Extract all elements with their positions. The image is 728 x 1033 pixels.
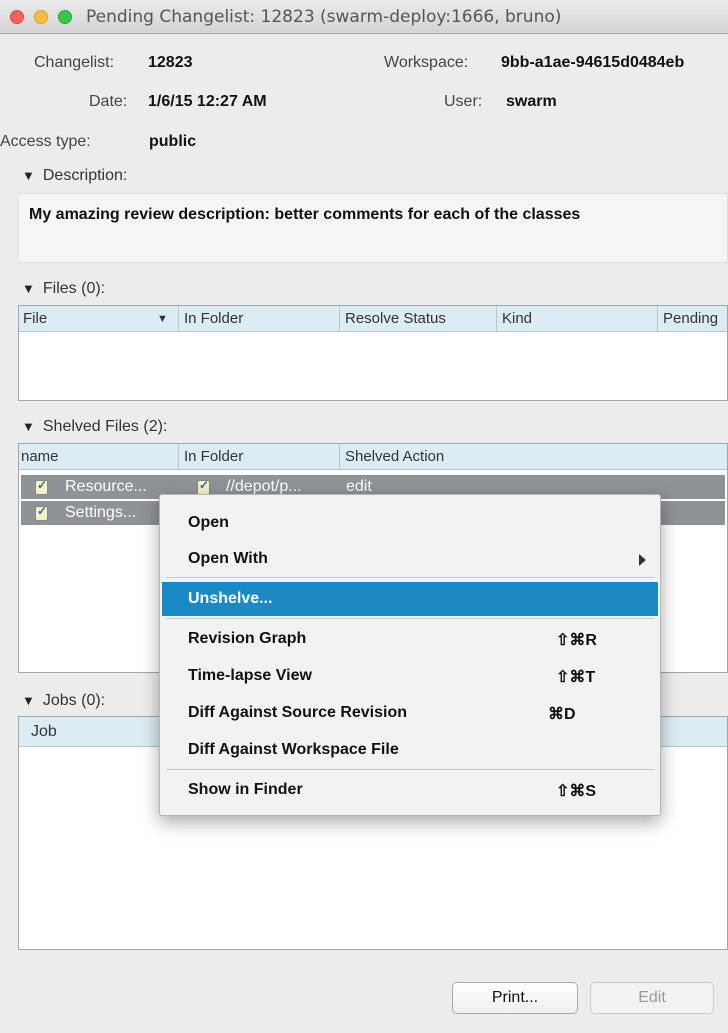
disclosure-triangle-icon[interactable]: ▼ xyxy=(22,281,35,296)
jobs-section-header[interactable]: ▼ Jobs (0): xyxy=(22,692,105,710)
description-box: My amazing review description: better co… xyxy=(18,193,728,263)
context-menu: Open Open With Unshelve... Revision Grap… xyxy=(159,494,661,816)
column-header-kind[interactable]: Kind xyxy=(502,310,532,327)
files-count: (0): xyxy=(81,280,106,297)
window-title: Pending Changelist: 12823 (swarm-deploy:… xyxy=(86,7,562,27)
files-table-header: File ▼ In Folder Resolve Status Kind Pen… xyxy=(19,306,727,332)
menu-item-open-with[interactable]: Open With xyxy=(160,542,660,576)
menu-item-label: Open With xyxy=(188,550,268,567)
access-type-value: public xyxy=(149,133,197,150)
description-section-header[interactable]: ▼ Description: xyxy=(22,167,127,185)
file-icon xyxy=(35,478,48,495)
menu-separator xyxy=(166,769,654,770)
changelist-value: 12823 xyxy=(148,54,193,71)
column-header-file[interactable]: File xyxy=(23,310,47,327)
submenu-arrow-icon xyxy=(639,554,646,566)
shelved-file-name: Resource... xyxy=(65,478,147,495)
file-icon xyxy=(35,504,48,521)
column-header-name[interactable]: name xyxy=(21,448,59,465)
workspace-label: Workspace: xyxy=(384,54,469,71)
column-separator[interactable] xyxy=(178,444,179,470)
print-button[interactable]: Print... xyxy=(452,982,578,1014)
jobs-count: (0): xyxy=(81,692,106,709)
shelved-file-name: Settings... xyxy=(65,504,137,521)
description-header-label: Description: xyxy=(42,167,128,184)
zoom-window-button[interactable] xyxy=(58,10,72,24)
menu-item-show-in-finder[interactable]: Show in Finder ⇧⌘S xyxy=(160,773,660,807)
disclosure-triangle-icon[interactable]: ▼ xyxy=(22,693,35,708)
close-window-button[interactable] xyxy=(10,10,24,24)
shelved-files-header-label: Shelved Files xyxy=(42,418,139,435)
column-header-in-folder[interactable]: In Folder xyxy=(184,310,243,327)
menu-separator xyxy=(166,618,654,619)
minimize-window-button[interactable] xyxy=(34,10,48,24)
user-value: swarm xyxy=(506,93,557,110)
column-header-shelved-action[interactable]: Shelved Action xyxy=(345,448,444,465)
sort-down-icon[interactable]: ▼ xyxy=(157,313,168,325)
folder-file-icon xyxy=(197,478,210,495)
date-label: Date: xyxy=(89,93,128,110)
description-text: My amazing review description: better co… xyxy=(29,206,581,223)
menu-item-unshelve[interactable]: Unshelve... xyxy=(162,582,658,616)
column-header-in-folder[interactable]: In Folder xyxy=(184,448,243,465)
menu-item-open[interactable]: Open xyxy=(160,506,660,540)
disclosure-triangle-icon[interactable]: ▼ xyxy=(22,168,35,183)
disclosure-triangle-icon[interactable]: ▼ xyxy=(22,419,35,434)
menu-item-time-lapse-view[interactable]: Time-lapse View ⇧⌘T xyxy=(160,659,660,693)
user-label: User: xyxy=(444,93,483,110)
column-separator[interactable] xyxy=(496,306,497,332)
shelved-files-count: (2): xyxy=(143,418,168,435)
jobs-header-label: Jobs xyxy=(42,692,77,709)
column-separator[interactable] xyxy=(339,444,340,470)
column-header-pending[interactable]: Pending xyxy=(663,310,718,327)
menu-item-label: Open xyxy=(188,514,229,531)
column-separator[interactable] xyxy=(657,306,658,332)
access-type-label: Access type: xyxy=(0,133,91,150)
changelist-label: Changelist: xyxy=(34,54,115,71)
menu-item-diff-against-source-revision[interactable]: Diff Against Source Revision ⌘D xyxy=(160,696,660,730)
menu-item-label: Show in Finder xyxy=(188,781,303,798)
files-header-label: Files xyxy=(42,280,77,297)
menu-item-label: Diff Against Source Revision xyxy=(188,704,407,721)
edit-button[interactable]: Edit xyxy=(590,982,714,1014)
menu-item-shortcut: ⇧⌘R xyxy=(556,632,597,649)
files-section-header[interactable]: ▼ Files (0): xyxy=(22,280,105,298)
menu-item-diff-against-workspace-file[interactable]: Diff Against Workspace File xyxy=(160,733,660,767)
shelved-files-section-header[interactable]: ▼ Shelved Files (2): xyxy=(22,418,167,436)
menu-item-shortcut: ⇧⌘T xyxy=(556,669,596,686)
menu-item-label: Diff Against Workspace File xyxy=(188,741,399,758)
menu-item-label: Time-lapse View xyxy=(188,667,312,684)
menu-separator xyxy=(166,577,654,578)
title-bar: Pending Changelist: 12823 (swarm-deploy:… xyxy=(0,0,728,34)
menu-item-revision-graph[interactable]: Revision Graph ⇧⌘R xyxy=(160,622,660,656)
menu-item-label: Unshelve... xyxy=(188,590,273,607)
column-separator[interactable] xyxy=(178,306,179,332)
menu-item-shortcut: ⌘D xyxy=(548,706,576,723)
workspace-value: 9bb-a1ae-94615d0484eb xyxy=(501,54,685,71)
column-header-job[interactable]: Job xyxy=(31,723,57,741)
column-separator[interactable] xyxy=(339,306,340,332)
menu-item-shortcut: ⇧⌘S xyxy=(556,783,597,800)
menu-item-label: Revision Graph xyxy=(188,630,307,647)
files-table: File ▼ In Folder Resolve Status Kind Pen… xyxy=(18,305,728,401)
date-value: 1/6/15 12:27 AM xyxy=(148,93,267,110)
column-header-resolve-status[interactable]: Resolve Status xyxy=(345,310,446,327)
shelved-table-header: name In Folder Shelved Action xyxy=(19,444,727,470)
